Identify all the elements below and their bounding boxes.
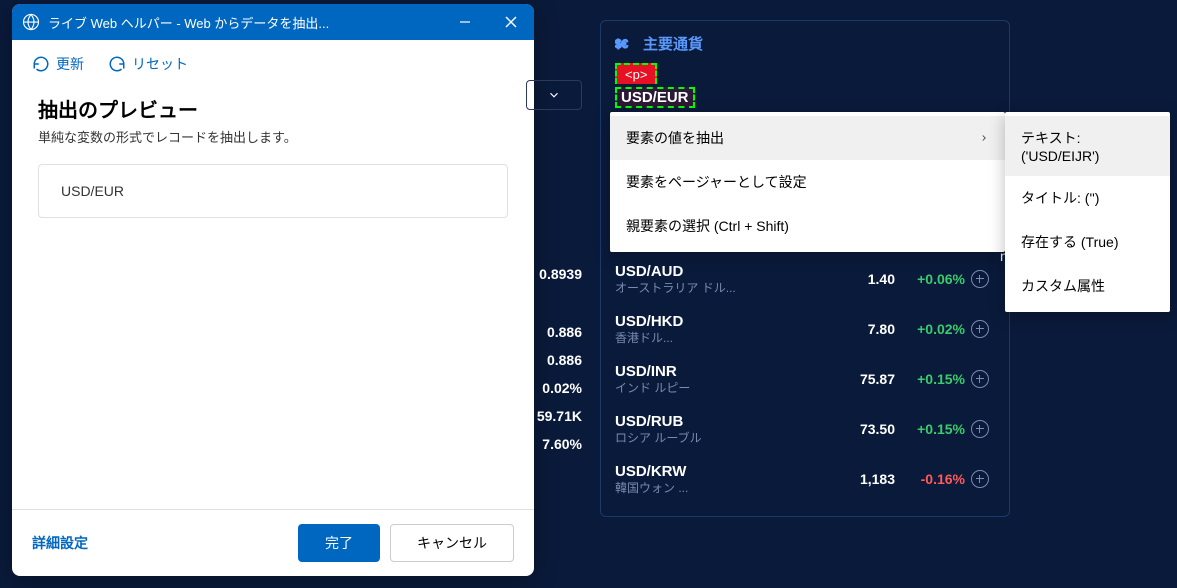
advanced-settings-link[interactable]: 詳細設定	[32, 533, 288, 553]
preview-section: 抽出のプレビュー 単純な変数の形式でレコードを抽出します。 USD/EUR	[12, 88, 534, 224]
currency-row[interactable]: USD/HKD 香港ドル... 7.80 +0.02%	[601, 304, 1009, 354]
window-title: ライブ Web ヘルパー - Web からデータを抽出...	[48, 13, 442, 32]
pair-code: USD/RUB	[615, 413, 825, 431]
add-button[interactable]	[965, 270, 995, 288]
minimize-button[interactable]	[442, 4, 488, 40]
pair-change: +0.06%	[895, 271, 965, 287]
pair-name: 韓国ウォン ...	[615, 481, 825, 495]
side-value: 0.886	[547, 346, 582, 374]
side-value: 0.8939	[539, 260, 582, 288]
add-button[interactable]	[965, 420, 995, 438]
refresh-button[interactable]: 更新	[32, 54, 84, 74]
pair-change: -0.16%	[895, 471, 965, 487]
submenu-item-exists[interactable]: 存在する (True)	[1005, 220, 1170, 264]
menu-item-extract-value[interactable]: 要素の値を抽出	[610, 116, 1005, 160]
menu-item-label: 要素をページャーとして設定	[626, 172, 989, 192]
pair-info: USD/HKD 香港ドル...	[615, 313, 825, 345]
currency-row[interactable]: USD/RUB ロシア ルーブル 73.50 +0.15%	[601, 404, 1009, 454]
menu-item-set-pager[interactable]: 要素をページャーとして設定	[610, 160, 1005, 204]
side-value: 59.71K	[537, 402, 582, 430]
dialog-footer: 詳細設定 完了 キャンセル	[12, 509, 534, 576]
menu-item-label: 親要素の選択 (Ctrl + Shift)	[626, 216, 989, 236]
pair-rate: 1.40	[825, 271, 895, 287]
element-tag-badge: <p>	[615, 63, 657, 84]
side-value: 7.60%	[542, 430, 582, 458]
currency-icon: $€	[615, 35, 635, 53]
pair-change: +0.15%	[895, 421, 965, 437]
preview-heading: 抽出のプレビュー	[38, 94, 508, 123]
side-value: 0.02%	[542, 374, 582, 402]
dropdown-toggle[interactable]	[526, 80, 582, 110]
add-button[interactable]	[965, 320, 995, 338]
menu-item-label: 存在する (True)	[1021, 232, 1154, 252]
toolbar: 更新 リセット	[12, 40, 534, 88]
cancel-button[interactable]: キャンセル	[390, 524, 514, 562]
reset-icon	[108, 55, 126, 73]
pair-rate: 75.87	[825, 371, 895, 387]
pair-code: USD/KRW	[615, 463, 825, 481]
plus-icon	[971, 270, 989, 288]
pair-rate: 1,183	[825, 471, 895, 487]
pair-info: USD/KRW 韓国ウォン ...	[615, 463, 825, 495]
pair-rate: 73.50	[825, 421, 895, 437]
refresh-icon	[32, 55, 50, 73]
panel-header: $€ 主要通貨	[601, 33, 1009, 64]
reset-label: リセット	[132, 54, 188, 74]
chevron-down-icon	[547, 88, 561, 102]
currency-row[interactable]: USD/KRW 韓国ウォン ... 1,183 -0.16%	[601, 454, 1009, 504]
side-value: 0.886	[547, 318, 582, 346]
add-button[interactable]	[965, 470, 995, 488]
preview-value: USD/EUR	[61, 183, 124, 199]
pair-info: USD/AUD オーストラリア ドル...	[615, 263, 825, 295]
submenu-item-text[interactable]: テキスト: ('USD/EIJR')	[1005, 116, 1170, 176]
plus-icon	[971, 470, 989, 488]
pair-name: ロシア ルーブル	[615, 431, 825, 445]
currency-row[interactable]: USD/AUD オーストラリア ドル... 1.40 +0.06%	[601, 254, 1009, 304]
panel-title: 主要通貨	[643, 33, 703, 54]
done-button[interactable]: 完了	[298, 524, 380, 562]
add-button[interactable]	[965, 370, 995, 388]
context-submenu: テキスト: ('USD/EIJR') タイトル: ('') 存在する (True…	[1005, 112, 1170, 312]
pair-info: USD/RUB ロシア ルーブル	[615, 413, 825, 445]
pair-code: USD/AUD	[615, 263, 825, 281]
svg-text:$€: $€	[615, 38, 628, 51]
pair-change: +0.02%	[895, 321, 965, 337]
chevron-right-icon	[979, 133, 989, 143]
menu-item-label: テキスト: ('USD/EIJR')	[1021, 128, 1154, 164]
context-menu: 要素の値を抽出 要素をページャーとして設定 親要素の選択 (Ctrl + Shi…	[610, 112, 1005, 252]
plus-icon	[971, 370, 989, 388]
plus-icon	[971, 320, 989, 338]
pair-change: +0.15%	[895, 371, 965, 387]
menu-item-label: 要素の値を抽出	[626, 128, 979, 148]
pair-name: 香港ドル...	[615, 331, 825, 345]
currency-row[interactable]: USD/INR インド ルピー 75.87 +0.15%	[601, 354, 1009, 404]
menu-item-select-parent[interactable]: 親要素の選択 (Ctrl + Shift)	[610, 204, 1005, 248]
preview-description: 単純な変数の形式でレコードを抽出します。	[38, 127, 508, 146]
pair-rate: 7.80	[825, 321, 895, 337]
menu-item-label: カスタム属性	[1021, 276, 1154, 296]
menu-item-label: タイトル: ('')	[1021, 188, 1154, 208]
submenu-item-custom[interactable]: カスタム属性	[1005, 264, 1170, 308]
pair-info: USD/INR インド ルピー	[615, 363, 825, 395]
submenu-item-title[interactable]: タイトル: ('')	[1005, 176, 1170, 220]
preview-card: USD/EUR	[38, 164, 508, 218]
pair-code: USD/INR	[615, 363, 825, 381]
titlebar: ライブ Web ヘルパー - Web からデータを抽出...	[12, 4, 534, 40]
helper-dialog: ライブ Web ヘルパー - Web からデータを抽出... 更新 リセット 抽…	[12, 4, 534, 576]
globe-icon	[22, 13, 40, 31]
reset-button[interactable]: リセット	[108, 54, 188, 74]
plus-icon	[971, 420, 989, 438]
pair-code: USD/HKD	[615, 313, 825, 331]
pair-name: オーストラリア ドル...	[615, 281, 825, 295]
pair-name: インド ルピー	[615, 381, 825, 395]
side-values-column: 0.8939 0.886 0.886 0.02% 59.71K 7.60%	[505, 80, 590, 458]
currency-panel: $€ 主要通貨 <p> USD/EUR X 0.89 +0.00% USD/CA…	[600, 20, 1010, 517]
refresh-label: 更新	[56, 54, 84, 74]
